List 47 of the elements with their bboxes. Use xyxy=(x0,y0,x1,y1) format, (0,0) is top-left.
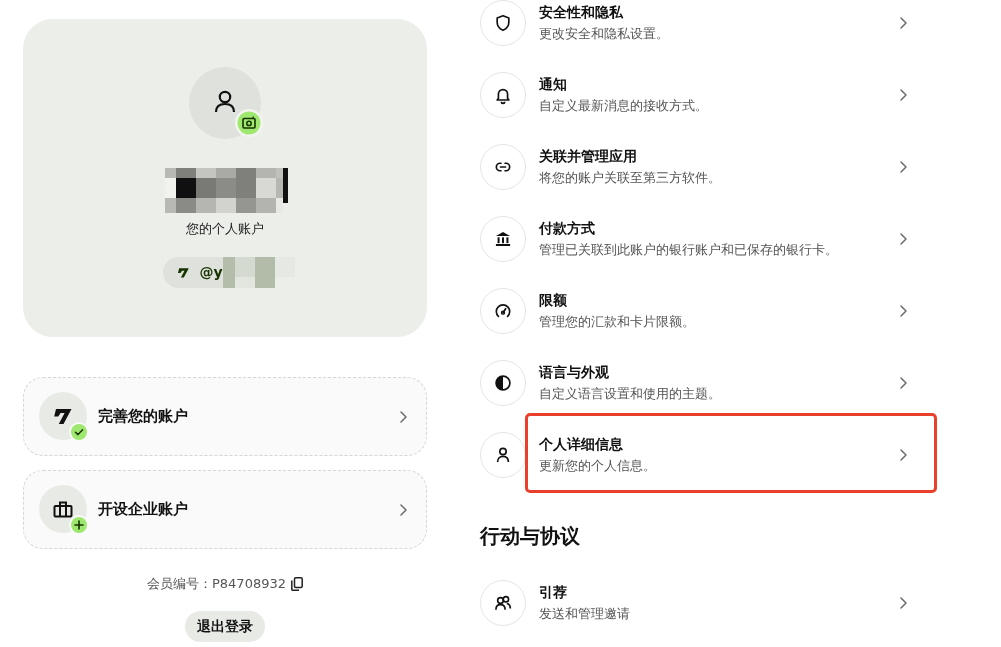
item-description: 自定义最新消息的接收方式。 xyxy=(539,97,709,115)
item-description: 发送和管理邀请 xyxy=(539,605,631,623)
item-description: 更改安全和隐私设置。 xyxy=(539,25,670,43)
briefcase-plus-icon xyxy=(39,484,89,535)
chevron-right-icon[interactable] xyxy=(899,376,908,390)
chevron-right-icon[interactable] xyxy=(899,304,908,318)
camera-icon[interactable] xyxy=(235,109,263,137)
item-description: 将您的账户关联至第三方软件。 xyxy=(539,169,722,187)
chevron-right-icon[interactable] xyxy=(899,448,908,462)
item-description: 管理已关联到此账户的银行账户和已保存的银行卡。 xyxy=(539,241,839,259)
item-title: 关联并管理应用 xyxy=(539,147,638,166)
logout-button[interactable]: 退出登录 xyxy=(185,611,265,642)
username-text: @y xyxy=(199,263,223,282)
item-description: 管理您的汇款和卡片限额。 xyxy=(539,313,696,331)
member-id-text: 会员编号：P84708932 xyxy=(147,576,286,592)
item-title: 语言与外观 xyxy=(539,363,610,382)
account-action-card[interactable]: 开设企业账户 xyxy=(23,470,427,549)
item-title: 限额 xyxy=(539,291,568,310)
item-title: 引荐 xyxy=(539,583,568,602)
logo-icon xyxy=(176,265,192,280)
item-title: 付款方式 xyxy=(539,219,596,238)
chevron-right-icon[interactable] xyxy=(899,160,908,174)
bank-icon xyxy=(480,216,526,262)
link-icon xyxy=(480,144,526,190)
copy-icon[interactable] xyxy=(291,577,303,591)
username-pill[interactable]: @y xyxy=(163,257,295,288)
item-description: 更新您的个人信息。 xyxy=(539,457,657,475)
chevron-right-icon[interactable] xyxy=(899,596,908,610)
contrast-icon xyxy=(480,360,526,406)
chevron-right-icon[interactable] xyxy=(399,502,408,517)
chevron-right-icon[interactable] xyxy=(899,232,908,246)
chevron-right-icon[interactable] xyxy=(899,16,908,30)
account-type-label: 您的个人账户 xyxy=(186,220,264,238)
item-title: 安全性和隐私 xyxy=(539,3,625,22)
section-heading: 行动与协议 xyxy=(480,523,581,550)
item-description: 自定义语言设置和使用的主题。 xyxy=(539,385,722,403)
logo-check-icon xyxy=(39,391,89,442)
item-title: 个人详细信息 xyxy=(539,435,624,454)
bell-icon xyxy=(480,72,526,118)
gauge-icon xyxy=(480,288,526,334)
account-action-card[interactable]: 完善您的账户 xyxy=(23,377,427,456)
chevron-right-icon[interactable] xyxy=(899,88,908,102)
shield-icon xyxy=(480,0,526,46)
chevron-right-icon[interactable] xyxy=(399,409,408,424)
item-title: 通知 xyxy=(539,75,568,94)
person-icon xyxy=(480,432,526,478)
people-icon xyxy=(480,580,526,626)
